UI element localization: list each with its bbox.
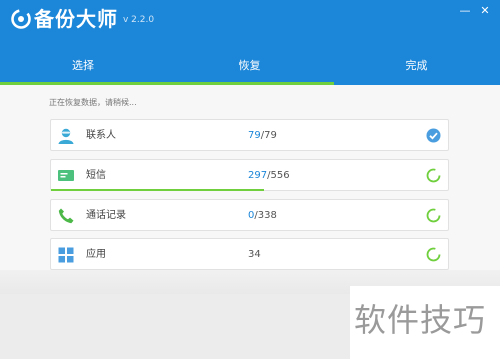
loading-icon [426,208,441,223]
status-text: 正在恢复数据，请稍候... [49,98,137,107]
item-label: 应用 [86,249,106,260]
title-bar: 备份大师 v 2.2.0 — ✕ [0,0,500,50]
item-count: 0/338 [248,210,277,221]
list-item-sms: 短信 297/556 [50,159,449,191]
item-label: 短信 [86,170,106,181]
app-logo-icon [11,9,31,29]
watermark: 软件技巧 [350,286,500,359]
list-item-call-log: 通话记录 0/338 [50,199,449,231]
contact-icon [58,128,74,144]
item-count: 34 [248,249,261,260]
check-icon [426,128,441,143]
minimize-button[interactable]: — [458,4,472,18]
item-label: 通话记录 [86,210,126,221]
app-title: 备份大师 [34,7,118,31]
phone-icon [58,208,74,224]
item-label: 联系人 [86,130,116,141]
step-tabs: 选择 恢复 完成 [0,50,500,85]
loading-icon [426,247,441,262]
tab-restore[interactable]: 恢复 [166,50,333,85]
item-count: 297/556 [248,170,290,181]
loading-icon [426,168,441,183]
watermark-text: 软件技巧 [354,301,487,339]
tab-done[interactable]: 完成 [333,50,500,85]
close-button[interactable]: ✕ [478,4,492,18]
app-version: v 2.2.0 [123,15,155,25]
list-item-apps: 应用 34 [50,238,449,270]
tab-select[interactable]: 选择 [0,50,166,85]
sms-icon [58,170,74,181]
list-item-contacts: 联系人 79/79 [50,119,449,151]
item-progress-bar [51,189,264,191]
backup-window: 备份大师 v 2.2.0 — ✕ 选择 恢复 完成 正在恢复数据，请稍候... … [0,0,500,359]
apps-icon [58,247,74,263]
item-count: 79/79 [248,130,277,141]
